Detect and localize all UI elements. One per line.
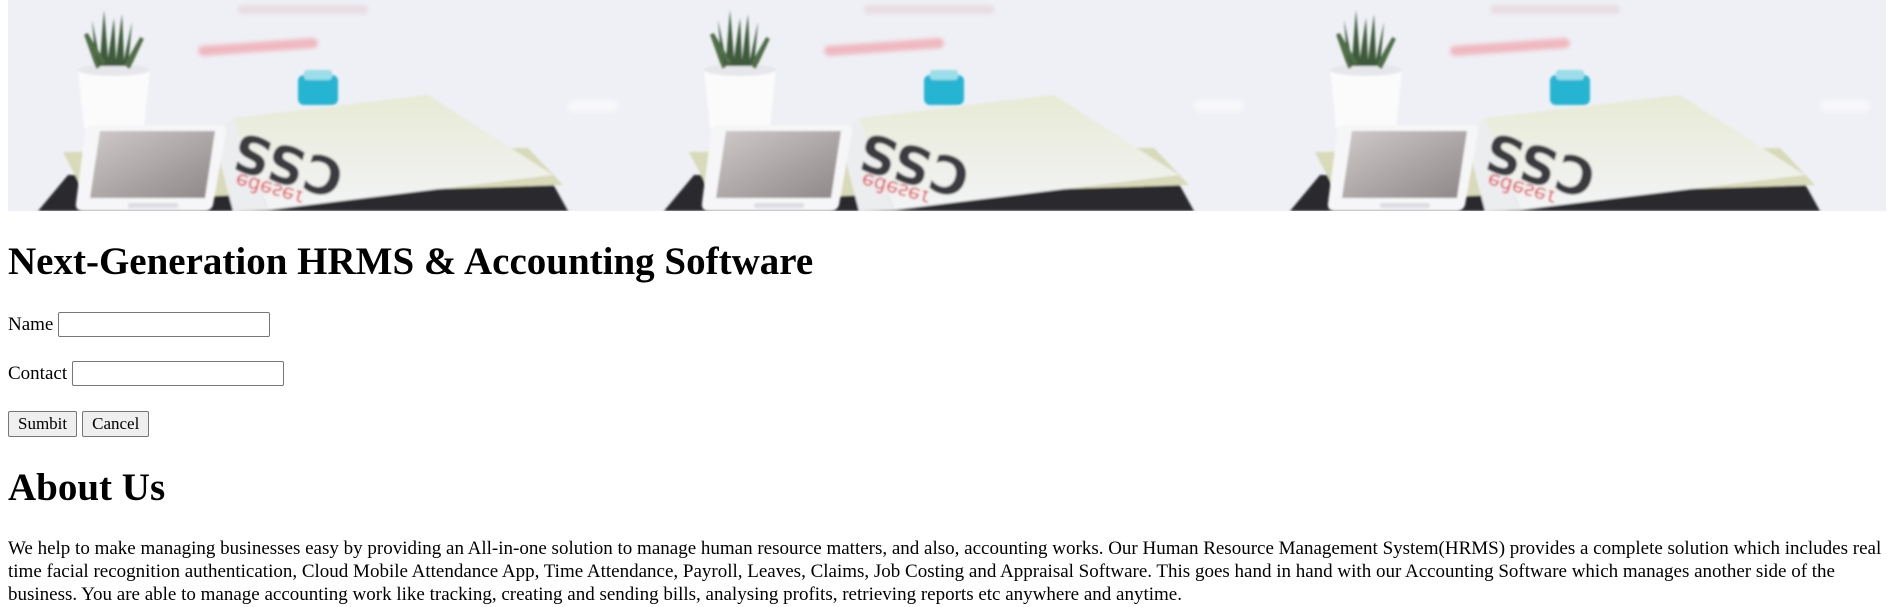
name-label: Name (8, 313, 54, 335)
about-text: We help to make managing businesses easy… (8, 538, 1882, 605)
hero-banner: CSS ɿɘƨɘɓɘ CSS ɿɘƨɘɓɘ CSS ɿɘƨɘɓɘ (8, 0, 1886, 211)
name-input[interactable] (58, 312, 271, 337)
hero-image: CSS ɿɘƨɘɓɘ (1260, 0, 1886, 211)
page: CSS ɿɘƨɘɓɘ CSS ɿɘƨɘɓɘ CSS ɿɘƨɘɓɘ Next-Ge… (0, 0, 1892, 607)
contact-input[interactable] (72, 361, 285, 386)
submit-button[interactable]: Sumbit (8, 411, 78, 437)
desk-photo-illustration: CSS ɿɘƨɘɓɘ (8, 0, 634, 211)
form-buttons: Sumbit Cancel (8, 411, 150, 437)
desk-photo-illustration: CSS ɿɘƨɘɓɘ (1260, 0, 1886, 211)
contact-row: Contact (8, 361, 285, 386)
desk-photo-illustration: CSS ɿɘƨɘɓɘ (634, 0, 1260, 211)
hero-image: CSS ɿɘƨɘɓɘ (634, 0, 1260, 211)
hero-image: CSS ɿɘƨɘɓɘ (8, 0, 634, 211)
page-title: Next-Generation HRMS & Accounting Softwa… (8, 240, 814, 283)
cancel-button[interactable]: Cancel (82, 411, 150, 437)
name-row: Name (8, 312, 271, 337)
about-title: About Us (8, 466, 166, 509)
contact-label: Contact (8, 362, 68, 384)
